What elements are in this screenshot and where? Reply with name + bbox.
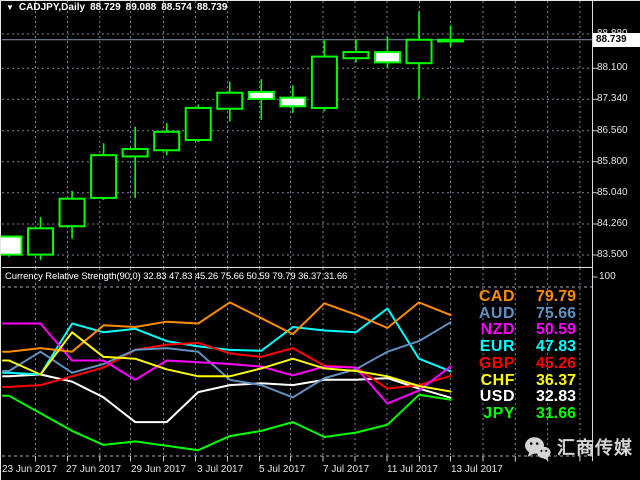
time-axis-label: 27 Jun 2017 <box>66 464 122 475</box>
legend-currency-code: AUD <box>478 304 515 322</box>
time-axis[interactable]: 23 Jun 2017 27 Jun 2017 29 Jun 2017 3 Jul 2… <box>0 462 640 480</box>
time-axis-label: 5 Jul 2017 <box>259 464 306 475</box>
indicator-name: Currency Relative Strength(90,0) <box>5 271 141 282</box>
legend-row-EUR: EUR 47.83 <box>472 338 576 356</box>
price-axis-label: 88.100 <box>597 62 628 74</box>
legend-row-CAD: CAD 79.79 <box>472 288 576 305</box>
legend-row-CHF: CHF 36.37 <box>472 371 576 389</box>
ohlc-open: 88.729 <box>90 2 121 13</box>
candle-body-bull <box>342 51 370 60</box>
price-axis-label: 85.800 <box>597 155 628 167</box>
candle-body-bear <box>247 90 275 100</box>
ohlc-high: 89.088 <box>125 2 157 13</box>
time-axis-label: 3 Jul 2017 <box>197 464 244 475</box>
candle-body-bear <box>0 235 23 256</box>
candle-body-bear <box>279 96 307 108</box>
legend-currency-code: USD <box>479 388 515 406</box>
crs-line-JPY <box>2 393 452 452</box>
ohlc-close: 88.739 <box>196 2 228 13</box>
time-axis-label: 29 Jun 2017 <box>131 464 187 475</box>
ohlc-low: 88.574 <box>161 2 192 13</box>
current-price-box: 88.739 <box>593 33 640 47</box>
legend-currency-code: NZD <box>480 321 515 339</box>
price-axis-label: 85.040 <box>597 186 628 198</box>
indicator-scale-100-label: 100 <box>599 271 616 282</box>
price-axis-label: 84.260 <box>597 218 628 229</box>
legend-row-GBP: GBP 45.26 <box>472 354 576 372</box>
time-axis-label: 23 Jun 2017 <box>2 464 58 475</box>
candle-body-bull <box>216 91 244 110</box>
legend-row-AUD: AUD 75.66 <box>472 304 576 322</box>
chart-title-bar: ▼ CADJPY,Daily 88.729 89.088 88.574 88.7… <box>6 2 227 13</box>
indicator-header: Currency Relative Strength(90,0) 32.83 4… <box>5 271 347 282</box>
candle-body-bull <box>437 38 465 43</box>
legend-currency-code: JPY <box>483 404 515 422</box>
wechat-logo-icon <box>525 437 551 461</box>
candle-body-bull <box>310 55 338 109</box>
legend-currency-value: 47.83 <box>535 338 576 356</box>
price-axis-label: 83.500 <box>597 249 628 260</box>
legend-row-NZD: NZD 50.59 <box>472 321 576 339</box>
chart-dropdown-icon[interactable]: ▼ <box>6 3 14 13</box>
watermark-text: 汇商传媒 <box>557 437 633 459</box>
candle-body-bull <box>27 227 55 256</box>
symbol-period-label: CADJPY,Daily <box>18 2 86 13</box>
candle-body-bull <box>153 130 181 152</box>
indicator-values: 32.83 47.83 45.26 75.66 50.59 79.79 36.3… <box>143 271 348 282</box>
watermark: 汇商传媒 <box>524 436 633 461</box>
candle-body-bear <box>373 51 401 64</box>
legend-currency-code: GBP <box>478 354 515 372</box>
time-axis-label: 11 Jul 2017 <box>387 464 438 475</box>
candle-body-bull <box>121 148 149 158</box>
candle-body-bull <box>405 38 433 65</box>
candle-body-bull <box>58 197 86 228</box>
legend-currency-code: CHF <box>480 371 515 389</box>
legend-row-JPY: JPY 31.66 <box>472 404 576 422</box>
legend-currency-value: 50.59 <box>535 321 576 339</box>
candle-body-bull <box>184 106 212 141</box>
time-axis-label: 7 Jul 2017 <box>323 464 370 475</box>
legend-currency-code: CAD <box>478 288 515 305</box>
legend-row-USD: USD 32.83 <box>472 388 576 406</box>
price-axis-label: 87.340 <box>597 93 628 105</box>
time-axis-label: 13 Jul 2017 <box>451 464 503 475</box>
legend-currency-value: 79.79 <box>535 288 576 305</box>
legend-currency-value: 75.66 <box>535 304 576 322</box>
current-price-value: 88.739 <box>596 34 627 45</box>
price-axis[interactable]: 88.88088.10087.34086.56085.80085.04084.2… <box>592 0 640 462</box>
legend-currency-value: 36.37 <box>535 371 576 389</box>
price-axis-label: 86.560 <box>597 124 628 136</box>
legend-currency-value: 32.83 <box>535 388 576 406</box>
legend-currency-value: 31.66 <box>535 404 576 422</box>
legend-currency-code: EUR <box>479 338 515 356</box>
legend-currency-value: 45.26 <box>535 354 576 372</box>
mt4-chart-window: ▼ CADJPY,Daily 88.729 89.088 88.574 88.7… <box>0 0 640 480</box>
crs-line-CHF <box>2 331 452 393</box>
candle-body-bull <box>90 154 118 199</box>
